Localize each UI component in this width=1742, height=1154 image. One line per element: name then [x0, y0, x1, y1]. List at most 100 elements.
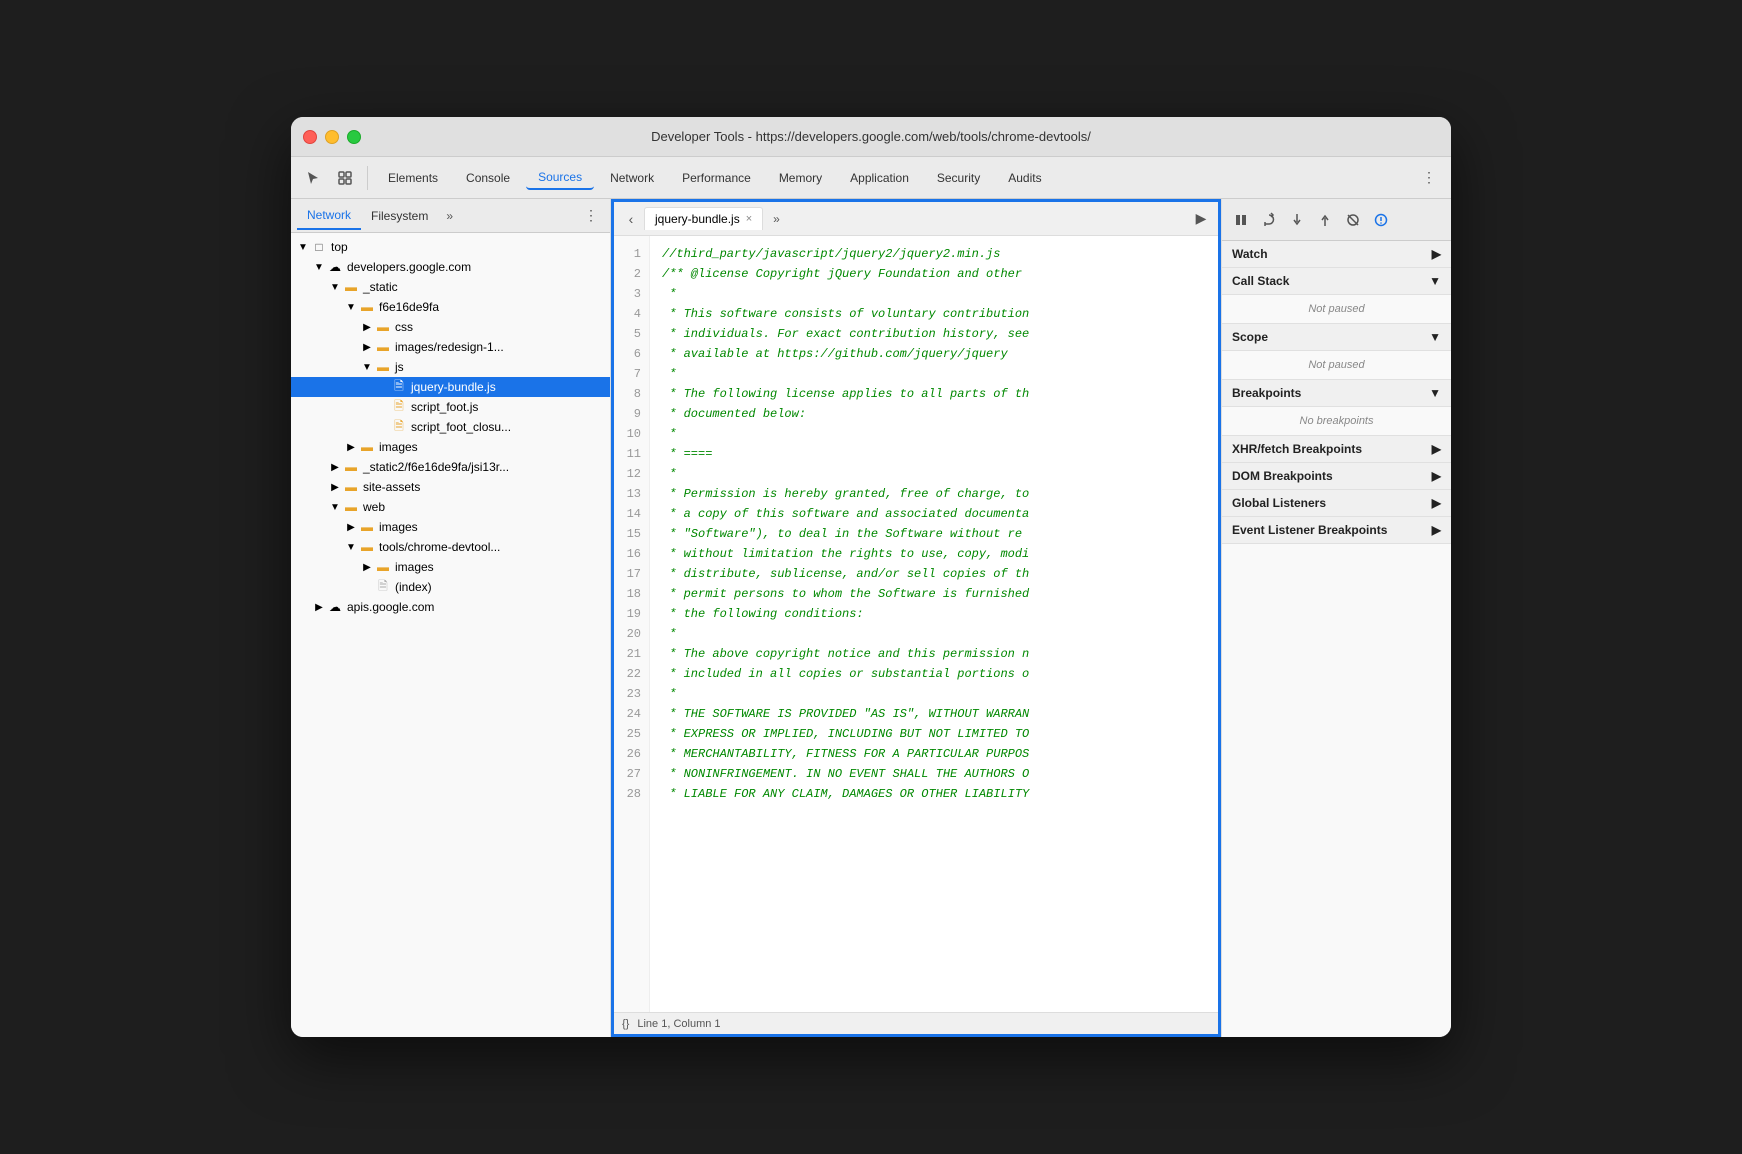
- section-header-global[interactable]: Global Listeners ▶: [1222, 490, 1451, 517]
- folder-icon-css: ▬: [375, 319, 391, 335]
- tree-label-developers: developers.google.com: [347, 260, 471, 274]
- tree-item-developers[interactable]: ▼ ☁ developers.google.com: [291, 257, 610, 277]
- section-label-xhr: XHR/fetch Breakpoints: [1232, 442, 1362, 456]
- tab-audits[interactable]: Audits: [996, 167, 1053, 189]
- tree-arrow-web-images: ▶: [343, 519, 359, 535]
- tree-label-index: (index): [395, 580, 432, 594]
- tree-item-web[interactable]: ▼ ▬ web: [291, 497, 610, 517]
- tree-item-tools-images[interactable]: ▶ ▬ images: [291, 557, 610, 577]
- section-header-event-listeners[interactable]: Event Listener Breakpoints ▶: [1222, 517, 1451, 544]
- folder-icon-hash: ▬: [359, 299, 375, 315]
- tree-item-script-foot[interactable]: 🗎 script_foot.js: [291, 397, 610, 417]
- breakpoints-status: No breakpoints: [1300, 415, 1374, 427]
- editor-panel: ‹ jquery-bundle.js × » ▶ 12345 678910 11…: [611, 199, 1221, 1037]
- tree-item-top[interactable]: ▼ □ top: [291, 237, 610, 257]
- editor-play-button[interactable]: ▶: [1188, 206, 1214, 232]
- watch-chevron: ▶: [1432, 247, 1441, 261]
- scope-chevron: ▼: [1429, 330, 1441, 344]
- tab-memory[interactable]: Memory: [767, 167, 834, 189]
- toolbar-separator: [367, 166, 368, 190]
- fullscreen-button[interactable]: [347, 130, 361, 144]
- tab-elements[interactable]: Elements: [376, 167, 450, 189]
- xhr-chevron: ▶: [1432, 442, 1441, 456]
- tree-item-jquery-bundle[interactable]: 🗎 jquery-bundle.js: [291, 377, 610, 397]
- tab-network[interactable]: Network: [598, 167, 666, 189]
- tree-item-tools-chrome[interactable]: ▼ ▬ tools/chrome-devtool...: [291, 537, 610, 557]
- tab-performance[interactable]: Performance: [670, 167, 763, 189]
- tree-arrow-script-foot: [375, 399, 391, 415]
- panel-tab-more[interactable]: »: [440, 205, 459, 227]
- main-content: Network Filesystem » ⋮ ▼ □ top ▼ ☁: [291, 199, 1451, 1037]
- editor-tab-more[interactable]: »: [767, 208, 786, 230]
- section-header-call-stack[interactable]: Call Stack ▼: [1222, 268, 1451, 295]
- deactivate-breakpoints-icon[interactable]: [1340, 207, 1366, 233]
- cursor-icon[interactable]: [299, 164, 327, 192]
- tree-item-static[interactable]: ▼ ▬ _static: [291, 277, 610, 297]
- editor-tab-close[interactable]: ×: [746, 213, 752, 225]
- tree-arrow-tools-chrome: ▼: [343, 539, 359, 555]
- tree-item-static2[interactable]: ▶ ▬ _static2/f6e16de9fa/jsi13r...: [291, 457, 610, 477]
- folder-icon-static: ▬: [343, 279, 359, 295]
- tab-console[interactable]: Console: [454, 167, 522, 189]
- file-tree: ▼ □ top ▼ ☁ developers.google.com ▼ ▬ _s…: [291, 233, 610, 1037]
- editor-tabs: ‹ jquery-bundle.js × » ▶: [614, 202, 1218, 236]
- call-stack-chevron: ▼: [1429, 274, 1441, 288]
- inspect-icon[interactable]: [331, 164, 359, 192]
- tree-label-web-images: images: [379, 520, 418, 534]
- cloud-icon-apis: ☁: [327, 599, 343, 615]
- right-panel: Watch ▶ Call Stack ▼ Not paused Scope ▼ …: [1221, 199, 1451, 1037]
- tree-arrow-css: ▶: [359, 319, 375, 335]
- step-into-icon[interactable]: [1284, 207, 1310, 233]
- right-toolbar: [1222, 199, 1451, 241]
- main-toolbar: Elements Console Sources Network Perform…: [291, 157, 1451, 199]
- section-header-dom[interactable]: DOM Breakpoints ▶: [1222, 463, 1451, 490]
- section-header-xhr[interactable]: XHR/fetch Breakpoints ▶: [1222, 436, 1451, 463]
- more-menu-icon[interactable]: ⋮: [1415, 164, 1443, 192]
- minimize-button[interactable]: [325, 130, 339, 144]
- pause-icon[interactable]: [1228, 207, 1254, 233]
- tree-item-hash[interactable]: ▼ ▬ f6e16de9fa: [291, 297, 610, 317]
- editor-tab-prev[interactable]: ‹: [618, 206, 644, 232]
- tree-item-images-redesign[interactable]: ▶ ▬ images/redesign-1...: [291, 337, 610, 357]
- tree-item-web-images[interactable]: ▶ ▬ images: [291, 517, 610, 537]
- close-button[interactable]: [303, 130, 317, 144]
- tree-item-site-assets[interactable]: ▶ ▬ site-assets: [291, 477, 610, 497]
- step-over-icon[interactable]: [1256, 207, 1282, 233]
- tree-item-js[interactable]: ▼ ▬ js: [291, 357, 610, 377]
- bracket-icon: {}: [622, 1018, 629, 1030]
- folder-icon-web-images: ▬: [359, 519, 375, 535]
- breakpoints-chevron: ▼: [1429, 386, 1441, 400]
- tree-item-css[interactable]: ▶ ▬ css: [291, 317, 610, 337]
- tree-label-tools-chrome: tools/chrome-devtool...: [379, 540, 500, 554]
- tree-arrow-images-redesign: ▶: [359, 339, 375, 355]
- step-out-icon[interactable]: [1312, 207, 1338, 233]
- folder-icon-js: ▬: [375, 359, 391, 375]
- status-position: Line 1, Column 1: [637, 1018, 720, 1030]
- tree-label-css: css: [395, 320, 413, 334]
- tab-network[interactable]: Network: [297, 202, 361, 230]
- section-label-event-listeners: Event Listener Breakpoints: [1232, 523, 1387, 537]
- tree-arrow-static2: ▶: [327, 459, 343, 475]
- tab-filesystem[interactable]: Filesystem: [361, 203, 438, 229]
- panel-menu-icon[interactable]: ⋮: [578, 203, 604, 228]
- tree-item-apis[interactable]: ▶ ☁ apis.google.com: [291, 597, 610, 617]
- tree-item-index[interactable]: 🗎 (index): [291, 577, 610, 597]
- section-label-dom: DOM Breakpoints: [1232, 469, 1333, 483]
- tree-item-script-foot-closure[interactable]: 🗎 script_foot_closu...: [291, 417, 610, 437]
- section-header-scope[interactable]: Scope ▼: [1222, 324, 1451, 351]
- tab-security[interactable]: Security: [925, 167, 992, 189]
- tree-item-images[interactable]: ▶ ▬ images: [291, 437, 610, 457]
- section-header-breakpoints[interactable]: Breakpoints ▼: [1222, 380, 1451, 407]
- tree-arrow-index: [359, 579, 375, 595]
- section-header-watch[interactable]: Watch ▶: [1222, 241, 1451, 268]
- tree-label-static2: _static2/f6e16de9fa/jsi13r...: [363, 460, 509, 474]
- tree-label-images: images: [379, 440, 418, 454]
- title-bar: Developer Tools - https://developers.goo…: [291, 117, 1451, 157]
- tab-application[interactable]: Application: [838, 167, 921, 189]
- folder-icon-images-redesign: ▬: [375, 339, 391, 355]
- devtools-window: Developer Tools - https://developers.goo…: [291, 117, 1451, 1037]
- editor-tab-jquery[interactable]: jquery-bundle.js ×: [644, 207, 763, 230]
- tab-sources[interactable]: Sources: [526, 166, 594, 190]
- file-icon-script-foot: 🗎: [391, 399, 407, 415]
- pause-on-exceptions-icon[interactable]: [1368, 207, 1394, 233]
